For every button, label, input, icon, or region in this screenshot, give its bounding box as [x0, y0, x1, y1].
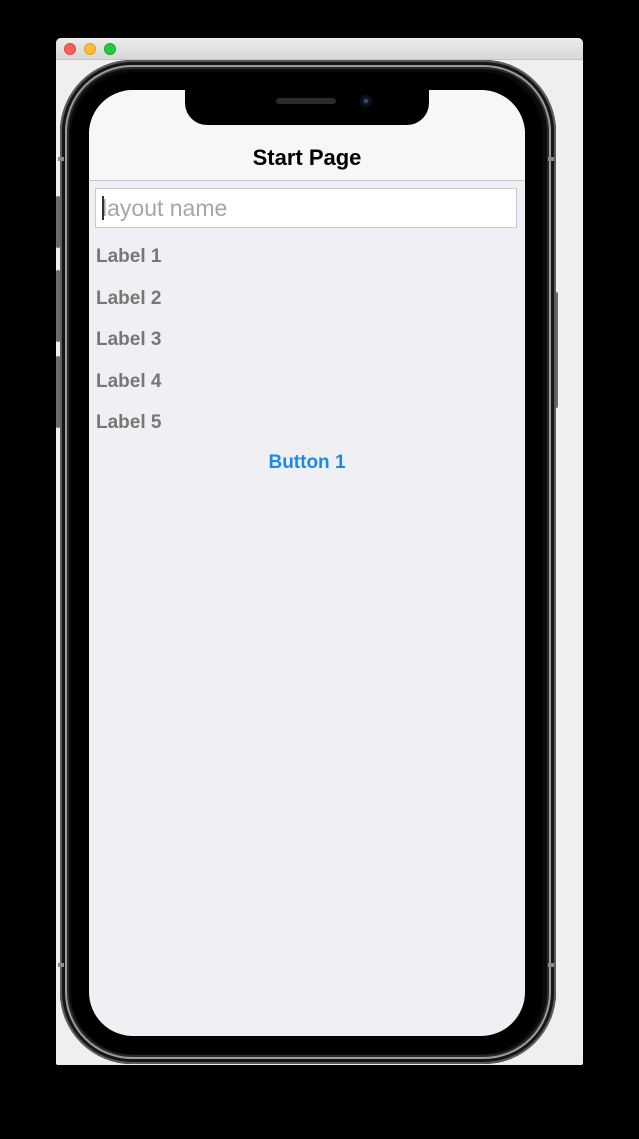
frame-antenna-line — [58, 157, 64, 161]
button-1[interactable]: Button 1 — [89, 452, 525, 474]
frame-antenna-line — [548, 157, 554, 161]
minimize-button[interactable] — [84, 43, 96, 55]
frame-antenna-line — [548, 963, 554, 967]
label-2: Label 2 — [96, 288, 162, 309]
layout-name-input[interactable] — [95, 188, 517, 228]
front-camera-icon — [360, 95, 372, 107]
phone-screen: Start Page Label 1 Label 2 Label 3 Label… — [89, 90, 525, 1036]
text-cursor — [102, 196, 104, 220]
zoom-button[interactable] — [104, 43, 116, 55]
label-5: Label 5 — [96, 412, 162, 433]
window-titlebar[interactable] — [56, 38, 583, 60]
phone-notch — [185, 90, 429, 125]
close-button[interactable] — [64, 43, 76, 55]
page-title: Start Page — [252, 145, 362, 170]
frame-antenna-line — [58, 963, 64, 967]
label-1: Label 1 — [96, 246, 162, 267]
speaker-grille — [276, 98, 336, 104]
label-3: Label 3 — [96, 329, 162, 350]
label-4: Label 4 — [96, 371, 162, 392]
